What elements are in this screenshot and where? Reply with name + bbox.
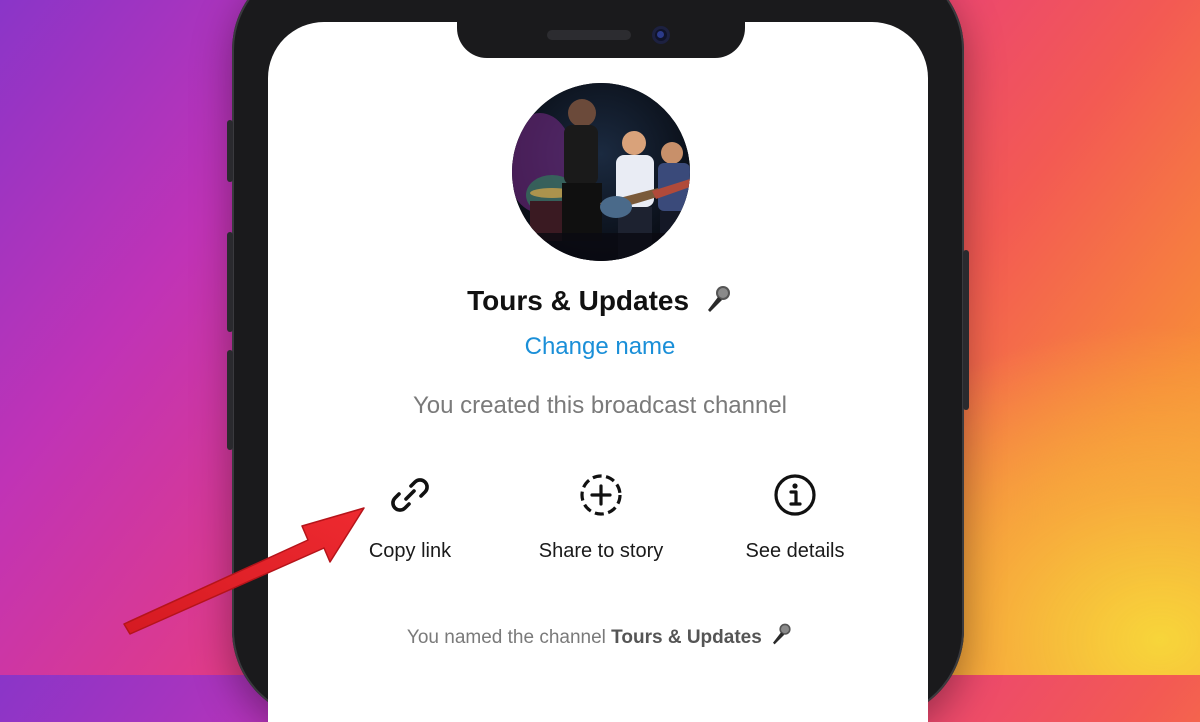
add-story-icon [580,474,622,516]
channel-title: Tours & Updates [0,284,1200,317]
link-icon [391,478,429,512]
microphone-icon [773,623,791,645]
phone-volume-up-button [227,232,233,332]
channel-named-prefix: You named the channel [406,627,606,648]
annotation-arrow [123,507,365,635]
info-icon [774,474,816,516]
phone-notch [457,0,745,58]
see-details-label: See details [745,540,845,562]
channel-created-text: You created this broadcast channel [412,392,788,419]
phone-side-button [227,120,233,182]
channel-name: Tours & Updates [467,285,690,316]
share-to-story-label: Share to story [538,540,664,562]
change-name-link[interactable]: Change name [0,333,1200,361]
see-details-button[interactable]: See details [700,472,890,563]
microphone-icon [707,286,730,312]
share-to-story-button[interactable]: Share to story [506,472,696,563]
earpiece-speaker [547,30,631,40]
front-camera [652,26,670,44]
channel-avatar[interactable] [512,83,690,261]
phone-power-button [963,250,969,410]
channel-named-name: Tours & Updates [611,627,762,648]
